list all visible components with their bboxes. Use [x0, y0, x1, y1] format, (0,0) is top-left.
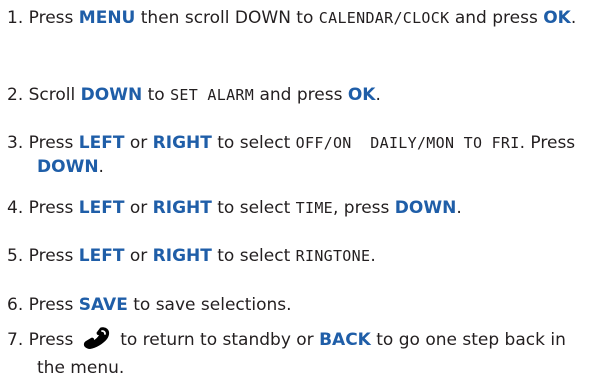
step-text: , press — [332, 198, 395, 218]
key-left: LEFT — [78, 246, 125, 266]
step-number: 4. — [7, 198, 24, 218]
step-text: or — [124, 246, 153, 266]
key-right: RIGHT — [152, 246, 212, 266]
step-text: . — [370, 246, 376, 266]
step-text: Press — [23, 295, 79, 315]
step-text: Scroll — [28, 85, 81, 105]
step-2: 2. Scroll DOWN to SET ALARM and press OK… — [0, 83, 597, 107]
key-back: BACK — [319, 330, 371, 350]
step-1: 1. Press MENU then scroll DOWN to CALEND… — [0, 6, 597, 30]
step-5: 5. Press LEFT or RIGHT to select RINGTON… — [0, 244, 597, 268]
step-text: Press — [28, 8, 79, 28]
step-number: 7. — [7, 330, 24, 350]
key-save: SAVE — [78, 295, 128, 315]
alarm-instructions-list: 1. Press MENU then scroll DOWN to CALEND… — [0, 0, 597, 379]
step-text: Press — [28, 198, 79, 218]
step-text: to select — [211, 198, 296, 218]
key-menu: MENU — [78, 8, 136, 28]
step-number: 6. — [7, 295, 24, 315]
display-off-on-daily: OFF/ON DAILY/MON TO FRI — [295, 134, 520, 152]
key-left: LEFT — [78, 133, 125, 153]
key-ok: OK — [543, 8, 571, 28]
step-text: and press — [449, 8, 544, 28]
display-calendar-clock: CALENDAR/CLOCK — [318, 9, 450, 27]
key-down: DOWN — [80, 85, 143, 105]
key-right: RIGHT — [152, 198, 212, 218]
display-time: TIME — [295, 199, 333, 217]
key-right: RIGHT — [152, 133, 212, 153]
step-text: to — [142, 85, 171, 105]
step-text: . — [375, 85, 381, 105]
step-text: or — [124, 198, 153, 218]
step-text: . Press — [519, 133, 576, 153]
step-text: . — [98, 157, 104, 177]
step-text: or — [124, 133, 153, 153]
key-down: DOWN — [394, 198, 457, 218]
step-text: Press — [28, 133, 79, 153]
step-text: to save selections. — [127, 295, 292, 315]
step-3: 3. Press LEFT or RIGHT to select OFF/ON … — [0, 131, 597, 179]
step-number: 3. — [7, 133, 24, 153]
display-set-alarm: SET ALARM — [170, 86, 255, 104]
step-text: to select — [211, 246, 296, 266]
step-text: Press — [28, 330, 79, 350]
key-ok: OK — [347, 85, 376, 105]
step-7: 7. Press to return to standby or BACK to… — [0, 327, 597, 380]
step-number: 2. — [7, 85, 24, 105]
step-text: then scroll DOWN to — [135, 8, 319, 28]
step-6: 6. Press SAVE to save selections. — [0, 293, 597, 317]
step-text: to return to standby or — [114, 330, 320, 350]
step-text: . — [456, 198, 462, 218]
step-text: to select — [211, 133, 296, 153]
handset-end-call-icon — [82, 327, 112, 356]
display-ringtone: RINGTONE — [295, 247, 371, 265]
step-number: 5. — [7, 246, 24, 266]
step-text: and press — [254, 85, 348, 105]
key-down: DOWN — [37, 157, 99, 177]
key-left: LEFT — [78, 198, 125, 218]
step-text: Press — [28, 246, 79, 266]
step-number: 1. — [7, 8, 24, 28]
step-4: 4. Press LEFT or RIGHT to select TIME, p… — [0, 196, 597, 220]
step-text: . — [570, 8, 577, 28]
